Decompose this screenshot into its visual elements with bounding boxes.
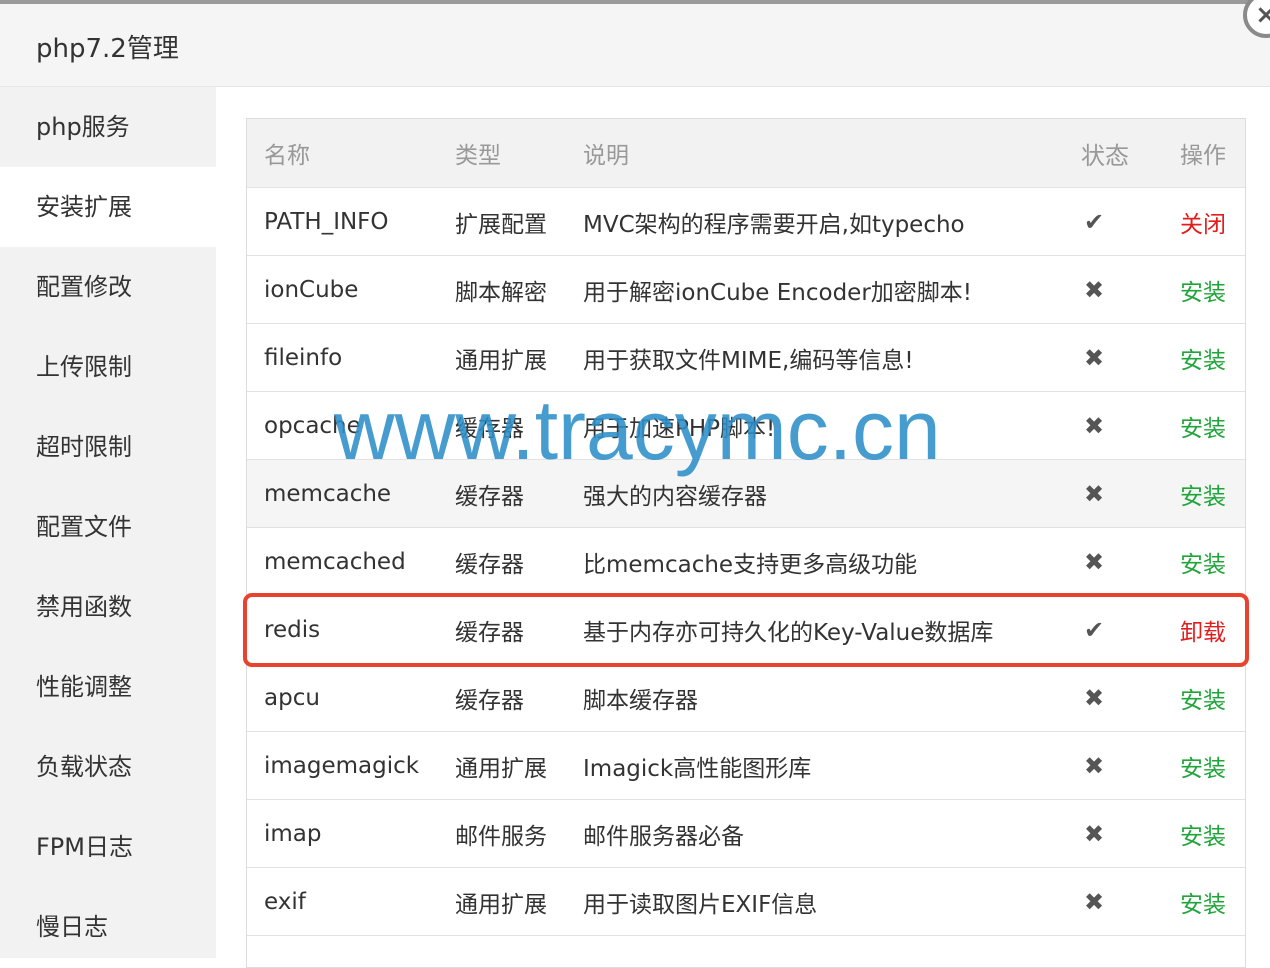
sidebar-item-fpm-log[interactable]: FPM日志 <box>0 807 216 887</box>
table-header: 名称 类型 说明 状态 操作 <box>247 119 1245 188</box>
extension-type: 脚本解密 <box>455 279 547 306</box>
sidebar-item-config-file[interactable]: 配置文件 <box>0 487 216 567</box>
extension-name: memcached <box>264 548 406 575</box>
sidebar-item-config-edit[interactable]: 配置修改 <box>0 247 216 327</box>
extension-name: apcu <box>264 684 320 711</box>
extension-name: exif <box>264 888 306 915</box>
dialog-title: php7.2管理 <box>36 34 179 64</box>
extension-action-link[interactable]: 安装 <box>1180 324 1226 391</box>
extension-desc: MVC架构的程序需要开启,如typecho <box>583 211 965 238</box>
extension-action-link[interactable]: 关闭 <box>1180 188 1226 255</box>
extension-desc: 比memcache支持更多高级功能 <box>583 551 918 578</box>
cross-icon: ✖ <box>1083 819 1105 848</box>
redis-row-highlight <box>243 593 1249 667</box>
table-row: PATH_INFO 扩展配置 MVC架构的程序需要开启,如typecho ✔ 关闭 <box>247 188 1245 256</box>
table-row: apcu 缓存器 脚本缓存器 ✖ 安装 <box>247 664 1245 732</box>
table-row: exif 通用扩展 用于读取图片EXIF信息 ✖ 安装 <box>247 868 1245 936</box>
extension-type: 扩展配置 <box>455 211 547 238</box>
extension-name: PATH_INFO <box>264 208 389 235</box>
extension-action-link[interactable]: 安装 <box>1180 392 1226 459</box>
table-row: imagemagick 通用扩展 Imagick高性能图形库 ✖ 安装 <box>247 732 1245 800</box>
watermark-text: www.tracymc.cn <box>334 383 941 477</box>
header-desc: 说明 <box>583 143 629 169</box>
sidebar-item-php-service[interactable]: php服务 <box>0 87 216 167</box>
cross-icon: ✖ <box>1083 887 1105 916</box>
sidebar-item-performance-tuning[interactable]: 性能调整 <box>0 647 216 727</box>
cross-icon: ✖ <box>1083 343 1105 372</box>
cross-icon: ✖ <box>1083 683 1105 712</box>
extension-type: 邮件服务 <box>455 823 547 850</box>
sidebar-item-disabled-functions[interactable]: 禁用函数 <box>0 567 216 647</box>
header-status: 状态 <box>1081 141 1129 170</box>
extensions-table: 名称 类型 说明 状态 操作 PATH_INFO 扩展配置 MVC架构的程序需要开启… <box>246 118 1246 968</box>
extension-action-link[interactable]: 安装 <box>1180 664 1226 731</box>
sidebar-item-install-extension[interactable]: 安装扩展 <box>0 167 216 247</box>
table-row: ionCube 脚本解密 用于解密ionCube Encoder加密脚本! ✖ 安装 <box>247 256 1245 324</box>
extension-desc: 用于获取文件MIME,编码等信息! <box>583 347 914 374</box>
table-row: imap 邮件服务 邮件服务器必备 ✖ 安装 <box>247 800 1245 868</box>
extension-action-link[interactable]: 安装 <box>1180 732 1226 799</box>
sidebar-item-slow-log[interactable]: 慢日志 <box>0 887 216 967</box>
extension-type: 通用扩展 <box>455 755 547 782</box>
extension-name: imap <box>264 820 322 847</box>
cross-icon: ✖ <box>1083 275 1105 304</box>
extension-type: 缓存器 <box>455 687 524 714</box>
extension-type: 通用扩展 <box>455 891 547 918</box>
table-row: memcached 缓存器 比memcache支持更多高级功能 ✖ 安装 <box>247 528 1245 596</box>
cross-icon: ✖ <box>1083 479 1105 508</box>
extension-type: 通用扩展 <box>455 347 547 374</box>
extension-name: ionCube <box>264 276 359 303</box>
extension-desc: 脚本缓存器 <box>583 687 698 714</box>
dialog-title-bar: php7.2管理 <box>0 4 1270 87</box>
sidebar-item-load-status[interactable]: 负载状态 <box>0 727 216 807</box>
header-op: 操作 <box>1180 143 1226 169</box>
extension-action-link[interactable]: 安装 <box>1180 868 1226 935</box>
extension-action-link[interactable]: 安装 <box>1180 256 1226 323</box>
extension-desc: 邮件服务器必备 <box>583 823 744 850</box>
extension-action-link[interactable]: 安装 <box>1180 800 1226 867</box>
extension-action-link[interactable]: 安装 <box>1180 528 1226 595</box>
extension-type: 缓存器 <box>455 551 524 578</box>
extension-action-link[interactable]: 安装 <box>1180 460 1226 527</box>
cross-icon: ✖ <box>1083 751 1105 780</box>
cross-icon: ✖ <box>1083 547 1105 576</box>
cross-icon: ✖ <box>1083 411 1105 440</box>
sidebar-item-timeout-limit[interactable]: 超时限制 <box>0 407 216 487</box>
extension-desc: Imagick高性能图形库 <box>583 755 812 782</box>
header-name: 名称 <box>264 143 310 169</box>
header-type: 类型 <box>455 143 501 169</box>
extension-name: imagemagick <box>264 752 420 779</box>
extension-desc: 用于读取图片EXIF信息 <box>583 891 818 918</box>
check-icon: ✔ <box>1083 207 1105 236</box>
sidebar-item-upload-limit[interactable]: 上传限制 <box>0 327 216 407</box>
extension-name: fileinfo <box>264 344 343 371</box>
sidebar: php服务 安装扩展 配置修改 上传限制 超时限制 配置文件 禁用函数 性能调整… <box>0 87 216 958</box>
extension-desc: 用于解密ionCube Encoder加密脚本! <box>583 279 972 306</box>
